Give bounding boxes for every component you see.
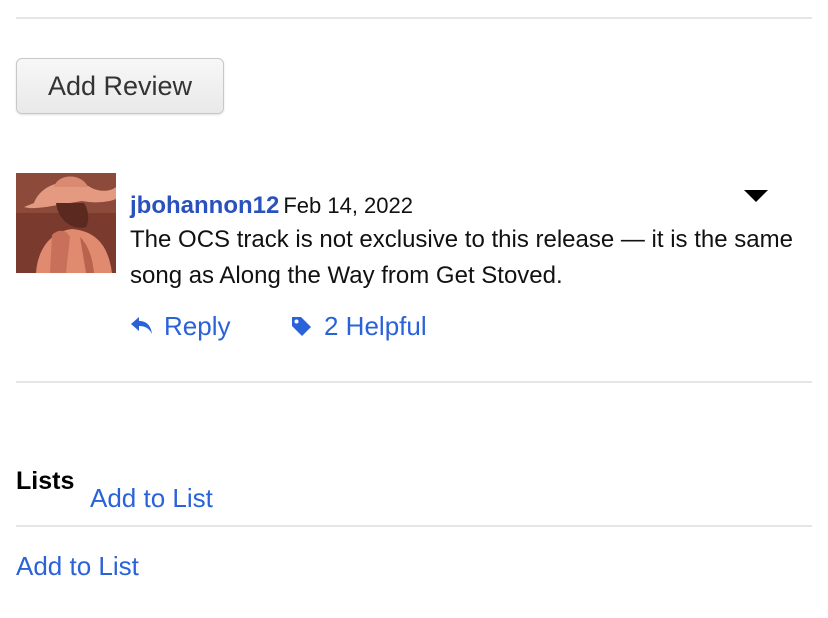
lists-inline-add-to-list-link[interactable]: Add to List bbox=[90, 482, 213, 514]
review-divider bbox=[16, 381, 812, 383]
review-username-link[interactable]: jbohannon12 bbox=[130, 192, 279, 219]
avatar[interactable] bbox=[16, 173, 116, 273]
review-text: The OCS track is not exclusive to this r… bbox=[130, 226, 793, 289]
helpful-button[interactable]: 2 Helpful bbox=[290, 311, 427, 342]
top-divider bbox=[16, 17, 812, 19]
lists-heading: Lists bbox=[16, 467, 75, 495]
add-review-button[interactable]: Add Review bbox=[16, 58, 224, 114]
lists-divider bbox=[16, 525, 812, 527]
review-date: Feb 14, 2022 bbox=[283, 193, 414, 218]
avatar-image bbox=[16, 173, 116, 273]
review-body: jbohannon12 Feb 14, 2022 The OCS track is… bbox=[130, 190, 810, 294]
reply-label: Reply bbox=[164, 310, 231, 341]
review-actions: Reply 2 Helpful bbox=[130, 308, 427, 344]
review-header: jbohannon12 Feb 14, 2022 bbox=[130, 190, 810, 222]
reply-button[interactable]: Reply bbox=[130, 311, 290, 342]
add-to-list-link[interactable]: Add to List bbox=[16, 550, 139, 582]
helpful-label: 2 Helpful bbox=[324, 310, 427, 341]
caret-down-icon[interactable] bbox=[743, 188, 769, 204]
tag-icon bbox=[290, 315, 312, 337]
reply-arrow-icon bbox=[130, 316, 154, 336]
